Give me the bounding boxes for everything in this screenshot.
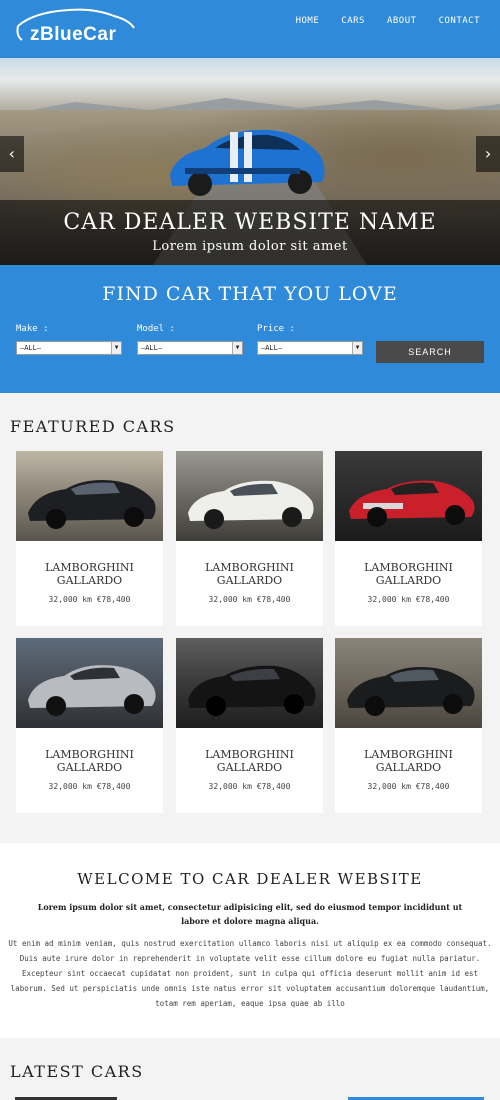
car-name[interactable]: LAMBORGHINI GALLARDO [176,748,323,774]
car-meta: 32,000 km €78,400 [367,595,450,604]
car-name[interactable]: LAMBORGHINI GALLARDO [16,748,163,774]
chevron-down-icon: ▼ [232,342,242,354]
price-label: Price : [257,324,295,334]
featured-section: FEATURED CARS LAMBORGHINI GALLARDO 32,000… [0,393,500,843]
price-select-value: —ALL— [261,344,283,352]
make-select[interactable]: —ALL— ▼ [16,341,122,355]
car-card[interactable]: LAMBORGHINI GALLARDO 32,000 km €78,400 [16,638,163,813]
search-button[interactable]: SEARCH [376,341,484,363]
car-card[interactable]: LAMBORGHINI GALLARDO 32,000 km €78,400 [335,638,482,813]
make-label: Make : [16,324,49,334]
car-finder: FIND CAR THAT YOU LOVE Make : Model : Pr… [0,265,500,393]
latest-title: LATEST CARS [10,1062,144,1081]
welcome-lead: Lorem ipsum dolor sit amet, consectetur … [37,902,463,926]
chevron-down-icon: ▼ [352,342,362,354]
price-select[interactable]: —ALL— ▼ [257,341,363,355]
hero-slider: zBlueCar HOME CARS ABOUT CONTACT ‹ › CAR… [0,0,500,265]
car-card[interactable]: LAMBORGHINI GALLARDO 32,000 km €78,400 [176,638,323,813]
car-card[interactable]: LAMBORGHINI GALLARDO 32,000 km €78,400 [176,451,323,626]
site-logo[interactable]: zBlueCar [30,24,116,46]
car-image[interactable] [335,638,482,728]
welcome-section: WELCOME TO CAR DEALER WEBSITE Lorem ipsu… [0,843,500,1038]
main-nav: HOME CARS ABOUT CONTACT [296,16,480,26]
car-card[interactable]: LAMBORGHINI GALLARDO 32,000 km €78,400 [335,451,482,626]
car-meta: 32,000 km €78,400 [367,782,450,791]
car-meta: 32,000 km €78,400 [208,782,291,791]
hero-car-image [170,129,325,196]
car-name[interactable]: LAMBORGHINI GALLARDO [335,748,482,774]
car-image[interactable] [16,638,163,728]
car-image[interactable] [176,451,323,541]
latest-section: LATEST CARS [0,1038,500,1100]
model-label: Model : [137,324,175,334]
car-name[interactable]: LAMBORGHINI GALLARDO [176,561,323,587]
car-card[interactable]: LAMBORGHINI GALLARDO 32,000 km €78,400 [16,451,163,626]
car-name[interactable]: LAMBORGHINI GALLARDO [335,561,482,587]
hero-caption: CAR DEALER WEBSITE NAME Lorem ipsum dolo… [0,200,500,265]
header-bar: zBlueCar HOME CARS ABOUT CONTACT [0,0,500,58]
model-select-value: —ALL— [141,344,163,352]
nav-home[interactable]: HOME [296,16,320,26]
welcome-title: WELCOME TO CAR DEALER WEBSITE [77,870,423,888]
car-meta: 32,000 km €78,400 [208,595,291,604]
finder-title: FIND CAR THAT YOU LOVE [102,283,398,305]
slider-prev-arrow-icon[interactable]: ‹ [0,136,24,172]
nav-cars[interactable]: CARS [341,16,365,26]
nav-contact[interactable]: CONTACT [439,16,480,26]
car-image[interactable] [176,638,323,728]
car-image[interactable] [16,451,163,541]
car-meta: 32,000 km €78,400 [48,595,131,604]
hero-title: CAR DEALER WEBSITE NAME [63,210,437,235]
chevron-down-icon: ▼ [111,342,121,354]
make-select-value: —ALL— [20,344,42,352]
model-select[interactable]: —ALL— ▼ [137,341,243,355]
car-meta: 32,000 km €78,400 [48,782,131,791]
nav-about[interactable]: ABOUT [387,16,417,26]
hero-subtitle: Lorem ipsum dolor sit amet [152,239,348,254]
car-image[interactable] [335,451,482,541]
featured-title: FEATURED CARS [10,417,176,436]
car-name[interactable]: LAMBORGHINI GALLARDO [16,561,163,587]
slider-next-arrow-icon[interactable]: › [476,136,500,172]
welcome-body: Ut enim ad minim veniam, quis nostrud ex… [8,939,492,1008]
